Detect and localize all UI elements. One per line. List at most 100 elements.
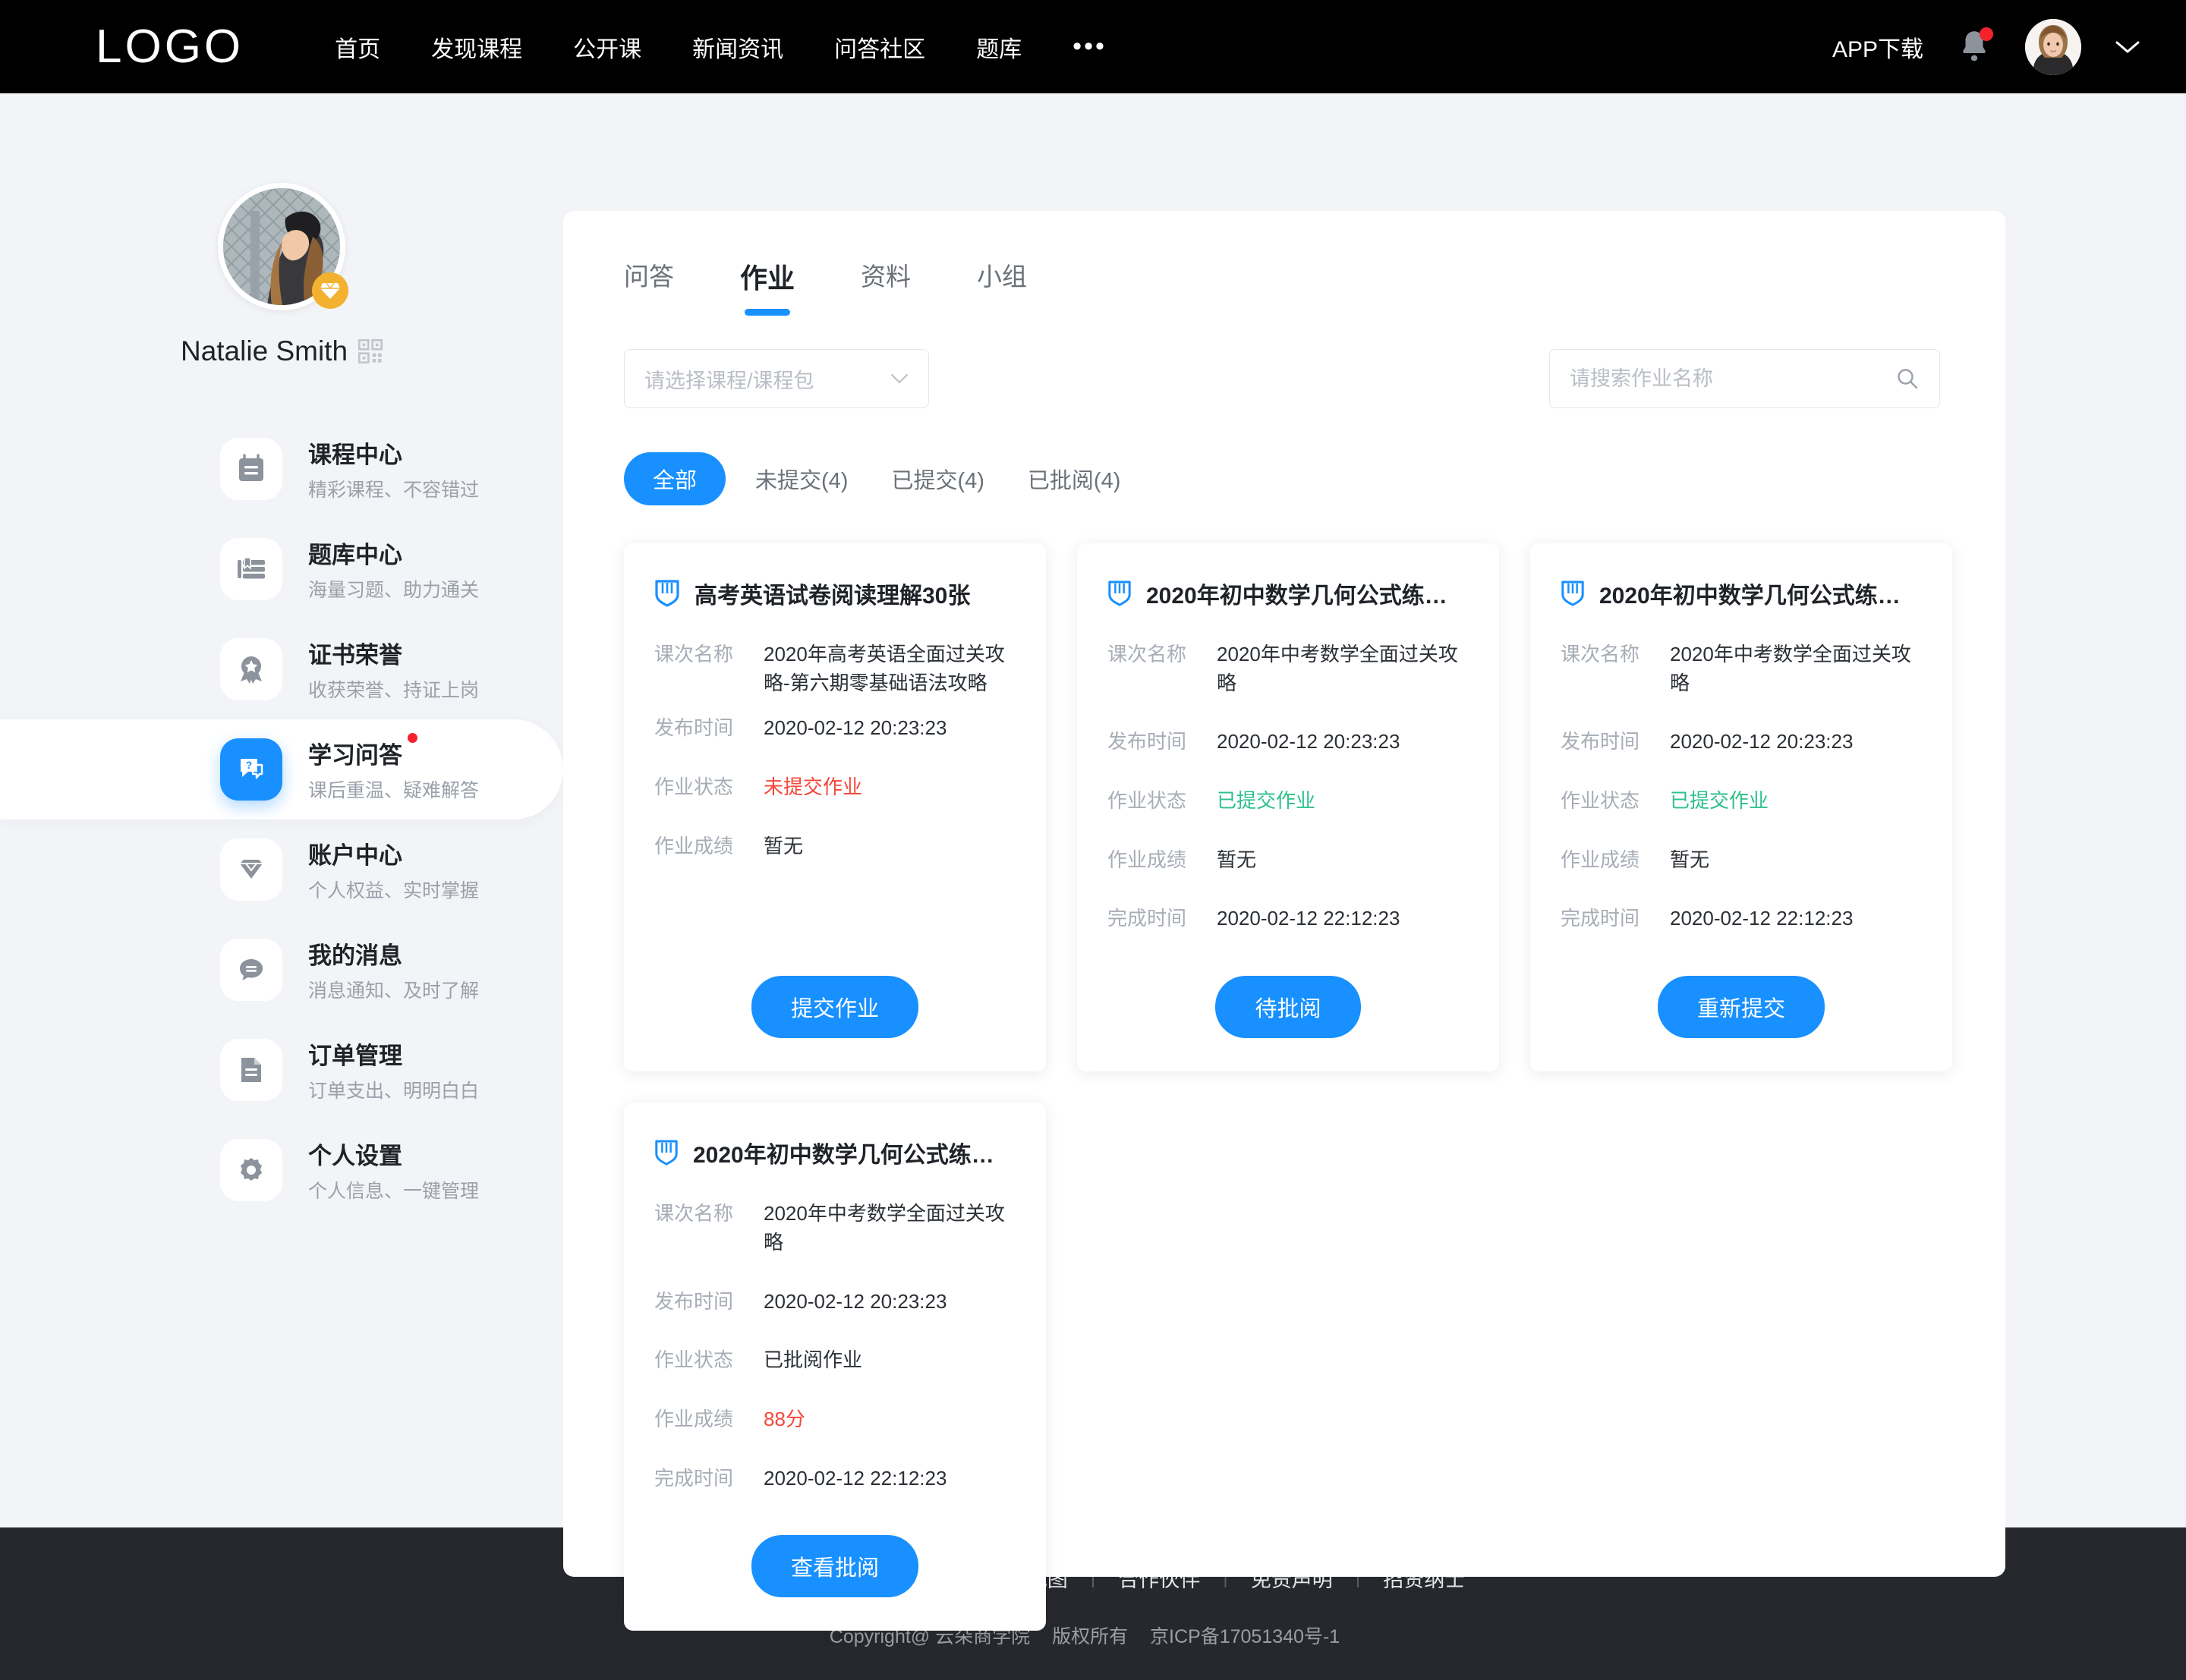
- sidebar-icon-wrap: [220, 638, 282, 700]
- search-icon[interactable]: [1895, 367, 1920, 391]
- search-box[interactable]: [1549, 349, 1940, 408]
- sidebar-item-title: 学习问答: [308, 733, 417, 770]
- chip-reviewed[interactable]: 已批阅(4): [1028, 452, 1120, 505]
- sidebar-icon-wrap: [220, 438, 282, 500]
- sidebar-item-title: 证书荣誉: [308, 642, 402, 669]
- sidebar-icon-wrap: ?: [220, 738, 282, 801]
- sidebar-item-certificates[interactable]: 证书荣誉 收获荣誉、持证上岗: [0, 619, 563, 719]
- nav-link-qa-community[interactable]: 问答社区: [834, 30, 925, 64]
- assignment-card[interactable]: 2020年初中数学几何公式练习作... 课次名称 2020年中考数学全面过关攻略…: [1077, 543, 1499, 1072]
- pencil-badge-icon: [1561, 580, 1584, 606]
- sidebar-item-title: 题库中心: [308, 542, 402, 568]
- nav-link-news[interactable]: 新闻资讯: [692, 30, 783, 64]
- field-value: 2020-02-12 20:23:23: [764, 716, 947, 740]
- assignment-card[interactable]: 2020年初中数学几何公式练习作... 课次名称 2020年中考数学全面过关攻略…: [1530, 543, 1952, 1072]
- field-label: 课次名称: [1561, 643, 1640, 665]
- card-field-finish: 完成时间 2020-02-12 22:12:23: [1561, 904, 1922, 933]
- gear-icon: [241, 1158, 262, 1181]
- pencil-badge-icon: [655, 580, 679, 607]
- sidebar-item-title: 账户中心: [308, 842, 402, 869]
- card-field-publish: 发布时间 2020-02-12 20:23:23: [654, 1288, 1016, 1317]
- sidebar-item-sub: 消息通知、及时了解: [308, 980, 480, 1002]
- qrcode-icon[interactable]: [358, 339, 383, 363]
- sidebar-item-order-management[interactable]: 订单管理 订单支出、明明白白: [0, 1020, 563, 1120]
- search-input[interactable]: [1570, 367, 1873, 391]
- card-title: 2020年初中数学几何公式练习作...: [1145, 584, 1469, 609]
- sidebar-item-text: 个人设置 个人信息、一键管理: [308, 1137, 479, 1203]
- pencil-badge-icon: [655, 1140, 678, 1166]
- sidebar-item-sub: 个人信息、一键管理: [308, 1181, 480, 1202]
- status-badge: 已提交作业: [1217, 789, 1316, 813]
- card-field-course: 课次名称 2020年高考英语全面过关攻略-第六期零基础语法攻略: [654, 640, 1016, 697]
- tab-groups[interactable]: 小组: [977, 256, 1027, 310]
- card-field-status: 作业状态 未提交作业: [654, 773, 1016, 802]
- status-filter-chips: 全部 未提交(4) 已提交(4) 已批阅(4): [563, 408, 2005, 505]
- card-action-wrap: 待批阅: [1107, 950, 1469, 1039]
- profile-name-row: Natalie Smith: [181, 335, 383, 367]
- course-select[interactable]: 请选择课程/课程包: [624, 349, 929, 408]
- card-action-wrap: 查看批阅: [654, 1509, 1016, 1598]
- field-label: 发布时间: [654, 1289, 734, 1313]
- card-field-publish: 发布时间 2020-02-12 20:23:23: [1561, 728, 1922, 757]
- submit-homework-button[interactable]: 提交作业: [751, 976, 918, 1039]
- sidebar-item-title: 我的消息: [308, 942, 402, 969]
- field-label: 作业成绩: [654, 834, 734, 857]
- profile-avatar-wrap[interactable]: [218, 183, 348, 310]
- content-tabs: 问答 作业 资料 小组: [563, 211, 2005, 310]
- sidebar-item-new-dot: [408, 733, 417, 743]
- nav-link-discover-courses[interactable]: 发现课程: [431, 30, 522, 64]
- chip-all[interactable]: 全部: [624, 452, 726, 505]
- sidebar-item-question-bank[interactable]: 题库中心 海量习题、助力通关: [0, 519, 563, 619]
- sidebar-item-personal-settings[interactable]: 个人设置 个人信息、一键管理: [0, 1120, 563, 1220]
- app-download-link[interactable]: APP下载: [1832, 30, 1923, 64]
- sidebar-item-account-center[interactable]: 账户中心 个人权益、实时掌握: [0, 820, 563, 920]
- vip-badge: [312, 272, 348, 309]
- pending-review-button[interactable]: 待批阅: [1215, 976, 1361, 1039]
- nav-link-question-bank[interactable]: 题库: [976, 30, 1022, 64]
- nav-link-open-class[interactable]: 公开课: [573, 30, 641, 64]
- document-icon: [241, 1058, 261, 1082]
- main-nav: 首页 发现课程 公开课 新闻资讯 问答社区 题库 •••: [335, 30, 1107, 64]
- avatar[interactable]: [2025, 18, 2081, 75]
- field-value: 2020-02-12 20:23:23: [1217, 730, 1400, 753]
- field-label: 作业状态: [1107, 789, 1187, 813]
- assignment-card-grid: 高考英语试卷阅读理解30张 课次名称 2020年高考英语全面过关攻略-第六期零基…: [563, 505, 1975, 1631]
- card-field-course: 课次名称 2020年中考数学全面过关攻略: [1107, 640, 1469, 697]
- sidebar-item-sub: 课后重温、疑难解答: [308, 780, 480, 801]
- course-select-value: 请选择课程/课程包: [644, 369, 814, 392]
- view-review-button[interactable]: 查看批阅: [751, 1535, 918, 1598]
- status-badge: 已批阅作业: [764, 1348, 863, 1372]
- field-value: 2020年高考英语全面过关攻略-第六期零基础语法攻略: [764, 643, 1005, 694]
- field-value: 2020年中考数学全面过关攻略: [1217, 643, 1458, 694]
- more-menu-icon[interactable]: •••: [1073, 33, 1107, 60]
- chip-not-submitted[interactable]: 未提交(4): [755, 452, 848, 505]
- sidebar-item-my-messages[interactable]: 我的消息 消息通知、及时了解: [0, 920, 563, 1020]
- notification-bell-button[interactable]: [1957, 27, 1993, 67]
- field-label: 发布时间: [1107, 730, 1187, 753]
- assignment-card[interactable]: 高考英语试卷阅读理解30张 课次名称 2020年高考英语全面过关攻略-第六期零基…: [624, 543, 1046, 1072]
- assignment-card[interactable]: 2020年初中数学几何公式练习作... 课次名称 2020年中考数学全面过关攻略…: [624, 1103, 1046, 1631]
- main-content-panel: 问答 作业 资料 小组 请选择课程/课程包 全部 未提交(4): [563, 211, 2005, 1631]
- bookmark-list-icon: [238, 557, 265, 579]
- field-value: 2020年中考数学全面过关攻略: [1670, 643, 1911, 694]
- field-label: 完成时间: [654, 1466, 734, 1490]
- score-value: 88分: [764, 1407, 805, 1430]
- user-avatar-image: [2025, 18, 2081, 75]
- sidebar-item-study-qa[interactable]: ? 学习问答 课后重温、疑难解答: [0, 719, 563, 820]
- tab-qa[interactable]: 问答: [624, 256, 674, 310]
- field-label: 完成时间: [1561, 907, 1640, 930]
- sidebar-item-title: 课程中心: [308, 442, 402, 468]
- resubmit-button[interactable]: 重新提交: [1657, 976, 1825, 1039]
- field-value: 暂无: [1670, 848, 1710, 871]
- tab-materials[interactable]: 资料: [861, 256, 911, 310]
- calendar-icon: [239, 454, 263, 481]
- chip-submitted[interactable]: 已提交(4): [891, 452, 984, 505]
- site-logo[interactable]: LOGO: [96, 23, 244, 71]
- card-title: 2020年初中数学几何公式练习作...: [1599, 584, 1922, 609]
- field-label: 作业成绩: [1107, 848, 1187, 871]
- nav-link-home[interactable]: 首页: [335, 30, 380, 64]
- sidebar-item-course-center[interactable]: 课程中心 精彩课程、不容错过: [0, 419, 563, 519]
- card-field-finish: 完成时间 2020-02-12 22:12:23: [1107, 904, 1469, 933]
- chevron-down-icon[interactable]: [2115, 39, 2140, 55]
- tab-homework[interactable]: 作业: [740, 256, 795, 310]
